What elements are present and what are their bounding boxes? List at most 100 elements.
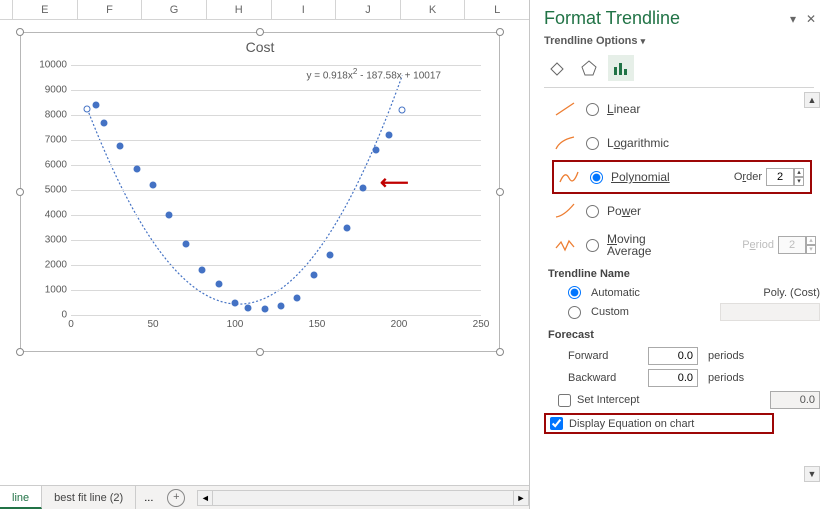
- pane-dropdown-icon[interactable]: ▾: [784, 12, 802, 26]
- logarithmic-label[interactable]: Logarithmic: [607, 136, 820, 150]
- y-axis-label: 2000: [27, 260, 67, 271]
- data-point[interactable]: [373, 147, 380, 154]
- polynomial-radio[interactable]: [590, 171, 603, 184]
- column-header[interactable]: H: [206, 0, 271, 19]
- sheet-tab-active[interactable]: best fit line (2): [42, 486, 136, 509]
- data-point[interactable]: [166, 212, 173, 219]
- linear-radio[interactable]: [586, 103, 599, 116]
- scroll-track[interactable]: [213, 490, 513, 506]
- scroll-left-button[interactable]: ◄: [197, 490, 213, 506]
- linear-label[interactable]: Linear: [607, 102, 820, 116]
- resize-handle[interactable]: [16, 28, 24, 36]
- display-equation-checkbox[interactable]: [550, 417, 563, 430]
- polynomial-option-row: Polynomial Order ▴▾: [552, 160, 812, 194]
- resize-handle[interactable]: [496, 188, 504, 196]
- logarithmic-radio[interactable]: [586, 137, 599, 150]
- column-header[interactable]: I: [271, 0, 336, 19]
- column-header[interactable]: K: [400, 0, 465, 19]
- data-point[interactable]: [359, 184, 366, 191]
- scroll-right-button[interactable]: ►: [513, 490, 529, 506]
- display-equation-label: Display Equation on chart: [569, 418, 694, 430]
- data-point[interactable]: [343, 224, 350, 231]
- data-point[interactable]: [84, 105, 91, 112]
- pane-scroll-down-button[interactable]: ▼: [804, 466, 820, 482]
- x-axis-label: 150: [309, 319, 326, 330]
- spin-down-button[interactable]: ▾: [794, 177, 804, 186]
- column-header[interactable]: F: [77, 0, 142, 19]
- y-axis-label: 8000: [27, 110, 67, 121]
- power-radio[interactable]: [586, 205, 599, 218]
- data-point[interactable]: [215, 280, 222, 287]
- pane-scroll-up-button[interactable]: ▲: [804, 92, 820, 108]
- data-point[interactable]: [232, 299, 239, 306]
- power-label[interactable]: Power: [607, 204, 820, 218]
- data-point[interactable]: [294, 294, 301, 301]
- automatic-name-value: Poly. (Cost): [763, 287, 820, 299]
- automatic-name-row: Automatic Poly. (Cost): [544, 284, 820, 301]
- trendline-equation[interactable]: y = 0.918x2 - 187.58x + 10017: [306, 67, 441, 81]
- order-input[interactable]: [766, 168, 794, 186]
- custom-name-row: Custom: [544, 301, 820, 323]
- resize-handle[interactable]: [16, 348, 24, 356]
- y-axis-label: 9000: [27, 85, 67, 96]
- automatic-name-radio[interactable]: [568, 286, 581, 299]
- moving-average-radio[interactable]: [586, 239, 599, 252]
- chart-plot-area[interactable]: y = 0.918x2 - 187.58x + 10017 0100020003…: [71, 65, 481, 315]
- custom-name-input[interactable]: [720, 303, 820, 321]
- forward-input[interactable]: [648, 347, 698, 365]
- set-intercept-checkbox[interactable]: [558, 394, 571, 407]
- resize-handle[interactable]: [496, 28, 504, 36]
- fill-line-tab[interactable]: [544, 55, 570, 81]
- periods-unit: periods: [708, 372, 744, 384]
- poly-thumb-icon: [556, 166, 582, 188]
- pane-close-button[interactable]: ✕: [802, 12, 820, 26]
- trendline-options-header[interactable]: Trendline Options ▾: [544, 35, 820, 47]
- spin-up-button: ▴: [806, 236, 816, 245]
- horizontal-scrollbar[interactable]: ◄ ►: [197, 490, 529, 506]
- custom-name-radio[interactable]: [568, 306, 581, 319]
- linear-thumb-icon: [552, 98, 578, 120]
- resize-handle[interactable]: [256, 28, 264, 36]
- annotation-arrow: ⟵: [380, 170, 409, 195]
- effects-tab[interactable]: [576, 55, 602, 81]
- column-header[interactable]: G: [141, 0, 206, 19]
- backward-input[interactable]: [648, 369, 698, 387]
- chart-object[interactable]: Cost y = 0.918x2 - 187.58x + 10017 01000…: [20, 32, 500, 352]
- data-point[interactable]: [277, 303, 284, 310]
- format-trendline-pane: Format Trendline ▾ ✕ Trendline Options ▾…: [530, 0, 820, 509]
- data-point[interactable]: [100, 119, 107, 126]
- resize-handle[interactable]: [256, 348, 264, 356]
- data-point[interactable]: [150, 182, 157, 189]
- moving-average-label[interactable]: MovingAverage: [607, 233, 734, 257]
- data-point[interactable]: [327, 252, 334, 259]
- polynomial-label[interactable]: Polynomial: [611, 170, 726, 184]
- forward-label: Forward: [568, 350, 638, 362]
- data-point[interactable]: [310, 272, 317, 279]
- add-sheet-button[interactable]: +: [167, 489, 185, 507]
- sheet-tabs-more[interactable]: ...: [136, 492, 161, 504]
- pane-category-tabs: [544, 55, 820, 81]
- data-point[interactable]: [133, 165, 140, 172]
- trendline-options-tab[interactable]: [608, 55, 634, 81]
- column-header[interactable]: J: [335, 0, 400, 19]
- y-axis-label: 6000: [27, 160, 67, 171]
- data-point[interactable]: [261, 305, 268, 312]
- column-header[interactable]: E: [12, 0, 77, 19]
- data-point[interactable]: [199, 267, 206, 274]
- resize-handle[interactable]: [496, 348, 504, 356]
- column-header[interactable]: L: [464, 0, 529, 19]
- data-point[interactable]: [245, 304, 252, 311]
- order-label: Order: [734, 171, 762, 183]
- spin-up-button[interactable]: ▴: [794, 168, 804, 177]
- data-point[interactable]: [386, 132, 393, 139]
- sheet-tab[interactable]: line: [0, 486, 42, 509]
- order-spinner[interactable]: ▴▾: [766, 168, 804, 186]
- chart-title[interactable]: Cost: [21, 33, 499, 55]
- backward-forecast-row: Backward periods: [544, 367, 820, 389]
- data-point[interactable]: [399, 107, 406, 114]
- resize-handle[interactable]: [16, 188, 24, 196]
- x-axis-label: 100: [227, 319, 244, 330]
- data-point[interactable]: [92, 102, 99, 109]
- data-point[interactable]: [182, 240, 189, 247]
- data-point[interactable]: [117, 143, 124, 150]
